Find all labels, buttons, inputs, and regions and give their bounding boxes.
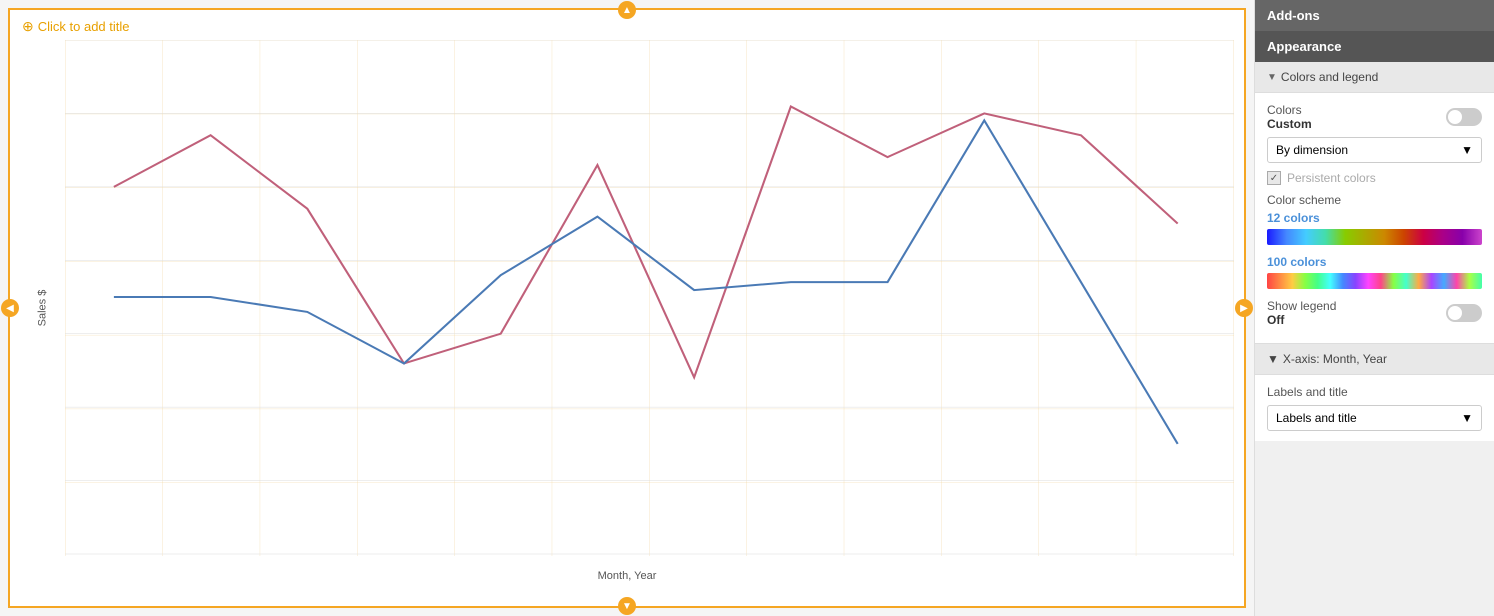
- by-dimension-dropdown[interactable]: By dimension ▼: [1267, 137, 1482, 163]
- colors-value: Custom: [1267, 117, 1312, 131]
- handle-bottom[interactable]: ▼: [618, 597, 636, 615]
- color-scheme-label: Color scheme: [1267, 193, 1482, 207]
- labels-title-dropdown-text: Labels and title: [1276, 411, 1357, 425]
- y-axis-label: Sales $: [36, 290, 48, 327]
- x-axis-label-text: X-axis: Month, Year: [1283, 352, 1387, 366]
- colors-label: Colors: [1267, 103, 1312, 117]
- labels-title-section: Labels and title Labels and title ▼: [1255, 375, 1494, 441]
- appearance-header: Appearance: [1255, 31, 1494, 62]
- handle-left[interactable]: ◀: [1, 299, 19, 317]
- x-axis-label: Month, Year: [598, 570, 657, 582]
- hundred-colors-strip[interactable]: [1267, 273, 1482, 289]
- chart-title-text: Click to add title: [38, 19, 130, 34]
- colors-legend-section[interactable]: ▼ Colors and legend: [1255, 62, 1494, 93]
- chart-svg: 5.5M 5M 4.5M 4M 3.5M 3M 2.5M Jan Feb Mar…: [65, 40, 1234, 556]
- add-title-icon: ⊕: [22, 18, 34, 35]
- labels-title-label: Labels and title: [1267, 385, 1482, 399]
- show-legend-row: Show legend Off: [1267, 299, 1482, 327]
- persistent-colors-row: ✓ Persistent colors: [1267, 171, 1482, 185]
- by-dimension-label: By dimension: [1276, 143, 1348, 157]
- colors-row: Colors Custom: [1267, 103, 1482, 131]
- show-legend-value: Off: [1267, 313, 1336, 327]
- colors-legend-arrow: ▼: [1267, 72, 1277, 83]
- persistent-colors-label: Persistent colors: [1287, 171, 1376, 185]
- by-dimension-arrow: ▼: [1461, 143, 1473, 157]
- show-legend-toggle[interactable]: [1446, 304, 1482, 322]
- show-legend-label: Show legend: [1267, 299, 1336, 313]
- twelve-colors-label[interactable]: 12 colors: [1267, 211, 1482, 225]
- twelve-colors-strip[interactable]: [1267, 229, 1482, 245]
- hundred-colors-label[interactable]: 100 colors: [1267, 255, 1482, 269]
- handle-top[interactable]: ▲: [618, 1, 636, 19]
- colors-toggle[interactable]: [1446, 108, 1482, 126]
- colors-legend-label: Colors and legend: [1281, 70, 1378, 84]
- x-axis-section[interactable]: ▼ X-axis: Month, Year: [1255, 344, 1494, 375]
- labels-title-dropdown[interactable]: Labels and title ▼: [1267, 405, 1482, 431]
- add-ons-header: Add-ons: [1255, 0, 1494, 31]
- handle-right[interactable]: ▶: [1235, 299, 1253, 317]
- chart-title[interactable]: ⊕ Click to add title: [22, 18, 130, 35]
- x-axis-arrow: ▼: [1267, 352, 1279, 366]
- colors-panel-content: Colors Custom By dimension ▼ ✓ Persisten…: [1255, 93, 1494, 344]
- labels-title-dropdown-arrow: ▼: [1461, 411, 1473, 425]
- right-panel: Add-ons Appearance ▼ Colors and legend C…: [1254, 0, 1494, 616]
- persistent-colors-checkbox[interactable]: ✓: [1267, 171, 1281, 185]
